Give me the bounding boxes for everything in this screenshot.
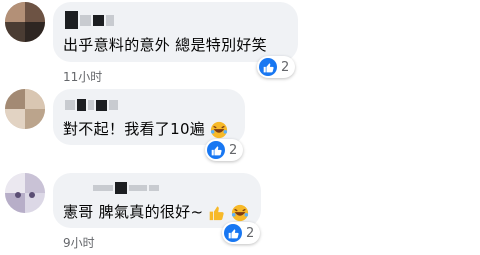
author-name-redacted[interactable] bbox=[93, 182, 159, 194]
reaction-summary[interactable]: 2 bbox=[205, 139, 244, 161]
author-name-redacted[interactable] bbox=[65, 99, 118, 111]
laughing-emoji-icon bbox=[211, 121, 228, 138]
reaction-count: 2 bbox=[281, 59, 290, 75]
comment-bubble: 對不起！我看了10遍 bbox=[53, 89, 245, 145]
comment-bubble: 憲哥 脾氣真的很好~ bbox=[53, 173, 261, 228]
avatar[interactable] bbox=[5, 89, 45, 129]
comment-text: 對不起！我看了10遍 bbox=[63, 119, 228, 139]
laughing-emoji-icon bbox=[231, 204, 248, 221]
comment-text-content: 對不起！我看了10遍 bbox=[63, 120, 206, 138]
avatar-image bbox=[5, 173, 45, 213]
author-name-redacted[interactable] bbox=[65, 11, 114, 29]
reaction-summary[interactable]: 2 bbox=[257, 56, 296, 78]
comment-timestamp[interactable]: 9小时 bbox=[63, 234, 95, 251]
avatar[interactable] bbox=[5, 2, 45, 42]
comment-bubble: 出乎意料的意外 總是特別好笑 bbox=[53, 2, 298, 62]
like-icon bbox=[224, 224, 242, 242]
comment-text: 出乎意料的意外 總是特別好笑 bbox=[63, 36, 267, 54]
comment-text-content: 憲哥 脾氣真的很好~ bbox=[63, 203, 204, 221]
avatar[interactable] bbox=[5, 173, 45, 213]
reaction-count: 2 bbox=[246, 225, 255, 241]
like-icon bbox=[207, 141, 225, 159]
like-icon bbox=[259, 58, 277, 76]
reaction-summary[interactable]: 2 bbox=[222, 222, 261, 244]
comment-text: 憲哥 脾氣真的很好~ bbox=[63, 202, 249, 222]
comment-timestamp[interactable]: 11小时 bbox=[63, 68, 102, 85]
thumbs-up-emoji-icon bbox=[210, 206, 225, 221]
avatar-image bbox=[5, 89, 45, 129]
avatar-image bbox=[5, 2, 45, 42]
reaction-count: 2 bbox=[229, 142, 238, 158]
